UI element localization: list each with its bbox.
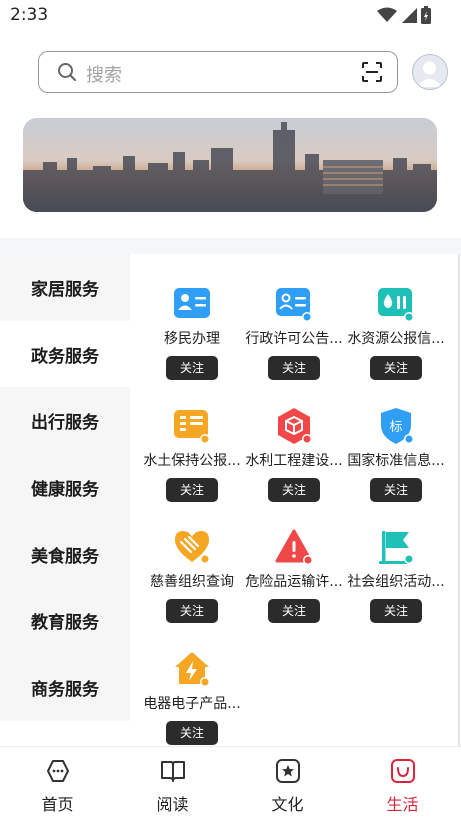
home-chat-icon (47, 760, 69, 782)
nav-item-home[interactable]: 首页 (0, 747, 115, 821)
svg-text:标: 标 (389, 420, 402, 435)
status-time: 2:33 (10, 5, 49, 25)
service-item[interactable]: 行政许可公告... 关注 (242, 275, 346, 387)
follow-button[interactable]: 关注 (370, 478, 422, 502)
nav-label: 首页 (41, 795, 74, 814)
bottom-navigation: 首页 阅读 文化 生活 (0, 746, 461, 821)
follow-button[interactable]: 关注 (268, 599, 320, 623)
scan-icon[interactable] (361, 61, 383, 83)
banner-image[interactable] (23, 118, 437, 212)
sidebar-item-business-services[interactable]: 商务服务 (0, 654, 130, 721)
service-label: 国家标准信息... (347, 453, 445, 469)
sidebar-item-label: 健康服务 (31, 479, 99, 500)
nav-item-culture[interactable]: 文化 (230, 747, 345, 821)
service-item[interactable]: 水资源公报信... 关注 (344, 275, 448, 387)
nav-label: 阅读 (156, 795, 189, 814)
avatar[interactable] (412, 54, 448, 90)
standard-shield-icon: 标 (381, 408, 414, 444)
service-item[interactable]: 社会组织活动... 关注 (344, 518, 448, 630)
service-label: 移民办理 (164, 331, 220, 347)
follow-button[interactable]: 关注 (166, 599, 218, 623)
sidebar-item-label: 美食服务 (31, 546, 99, 567)
sidebar-item-food-services[interactable]: 美食服务 (0, 521, 130, 588)
service-label: 电器电子产品... (143, 696, 241, 712)
nav-item-life[interactable]: 生活 (345, 747, 460, 821)
sidebar-item-government-services[interactable]: 政务服务 (0, 320, 130, 388)
sidebar-item-health-services[interactable]: 健康服务 (0, 454, 130, 521)
service-item[interactable]: 移民办理 关注 (140, 275, 244, 387)
follow-button[interactable]: 关注 (268, 356, 320, 380)
follow-button[interactable]: 关注 (268, 478, 320, 502)
follow-button[interactable]: 关注 (370, 356, 422, 380)
service-item[interactable]: 慈善组织查询 关注 (140, 518, 244, 630)
content-divider (458, 254, 460, 746)
service-label: 慈善组织查询 (150, 574, 234, 590)
battery-icon (421, 6, 431, 24)
sidebar-item-travel-services[interactable]: 出行服务 (0, 387, 130, 454)
nav-label: 文化 (271, 795, 304, 814)
service-item[interactable]: 水利工程建设... 关注 (242, 397, 346, 509)
service-label: 水土保持公报... (143, 453, 241, 469)
sidebar-item-label: 教育服务 (31, 613, 99, 634)
category-sidebar: 家居服务 政务服务 出行服务 健康服务 美食服务 教育服务 商务服务 (0, 254, 130, 721)
signal-icon (402, 8, 417, 23)
service-label: 水利工程建设... (245, 453, 343, 469)
status-bar: 2:33 (0, 0, 461, 32)
service-item[interactable]: 危险品运输许... 关注 (242, 518, 346, 630)
service-item[interactable]: 水土保持公报... 关注 (140, 397, 244, 509)
flag-icon (379, 531, 414, 564)
book-icon (161, 761, 185, 782)
smile-bag-icon (391, 759, 415, 783)
service-label: 社会组织活动... (347, 574, 445, 590)
follow-button[interactable]: 关注 (166, 721, 218, 745)
sidebar-item-education-services[interactable]: 教育服务 (0, 587, 130, 654)
follow-button[interactable]: 关注 (166, 478, 218, 502)
sidebar-item-label: 商务服务 (31, 679, 99, 700)
status-icons (377, 6, 431, 24)
star-badge-icon (276, 759, 300, 783)
search-placeholder: 搜索 (86, 65, 122, 86)
city-skyline-image (23, 118, 437, 212)
id-card-icon (174, 288, 210, 318)
service-label: 行政许可公告... (245, 331, 343, 347)
search-input[interactable]: 搜索 (38, 51, 398, 93)
user-avatar-icon (417, 61, 442, 87)
search-icon (58, 63, 76, 81)
service-label: 危险品运输许... (245, 574, 343, 590)
nav-item-reading[interactable]: 阅读 (115, 747, 230, 821)
license-icon (276, 288, 312, 322)
service-item[interactable]: 标 国家标准信息... 关注 (344, 397, 448, 509)
section-divider (0, 238, 461, 254)
water-drop-icon (378, 288, 414, 322)
cube-icon (278, 408, 312, 444)
follow-button[interactable]: 关注 (166, 356, 218, 380)
warning-icon (275, 529, 313, 565)
follow-button[interactable]: 关注 (370, 599, 422, 623)
nav-label: 生活 (386, 795, 419, 814)
sidebar-item-home-services[interactable]: 家居服务 (0, 254, 130, 321)
heart-hand-icon (175, 531, 210, 564)
house-bolt-icon (175, 652, 210, 687)
service-item[interactable]: 电器电子产品... 关注 (140, 640, 244, 752)
sidebar-item-label: 政务服务 (31, 346, 99, 367)
sidebar-item-label: 家居服务 (31, 279, 99, 300)
document-icon (174, 410, 210, 444)
sidebar-item-label: 出行服务 (31, 413, 99, 434)
wifi-icon (377, 7, 397, 22)
service-label: 水资源公报信... (347, 331, 445, 347)
